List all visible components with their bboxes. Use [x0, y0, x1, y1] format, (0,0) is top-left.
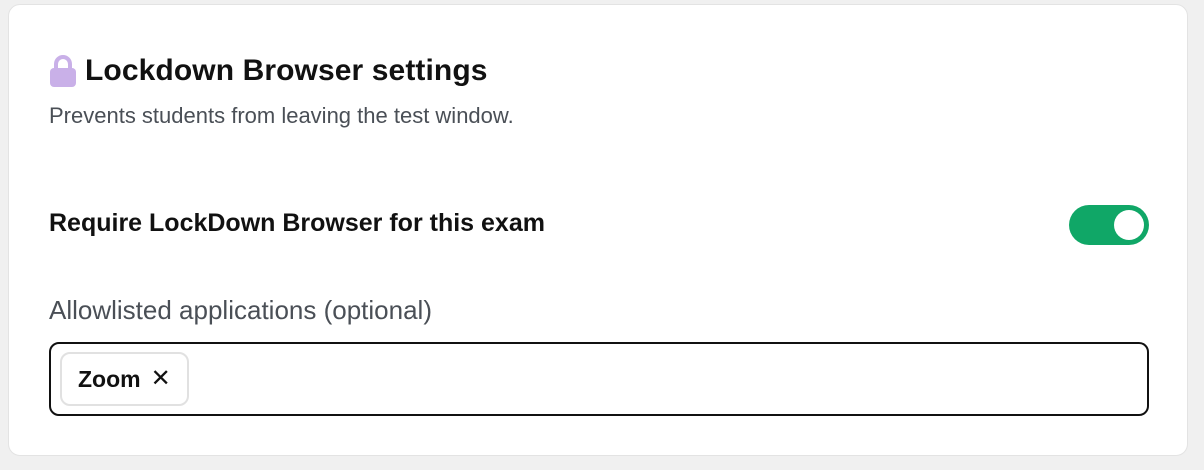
- toggle-knob: [1114, 210, 1144, 240]
- require-lockdown-toggle[interactable]: [1069, 205, 1149, 245]
- lockdown-settings-card: Lockdown Browser settings Prevents stude…: [8, 4, 1188, 456]
- allowlist-chip-zoom: Zoom ✕: [60, 352, 189, 406]
- chip-label: Zoom: [78, 365, 141, 392]
- require-lockdown-label: Require LockDown Browser for this exam: [49, 209, 545, 237]
- section-description: Prevents students from leaving the test …: [49, 103, 514, 128]
- section-title: Lockdown Browser settings: [85, 54, 488, 87]
- lock-icon: [49, 54, 77, 88]
- allowlist-label: Allowlisted applications (optional): [49, 295, 432, 325]
- section-header: Lockdown Browser settings: [49, 51, 488, 91]
- allowlist-input[interactable]: Zoom ✕: [49, 342, 1149, 416]
- close-icon[interactable]: ✕: [151, 367, 171, 391]
